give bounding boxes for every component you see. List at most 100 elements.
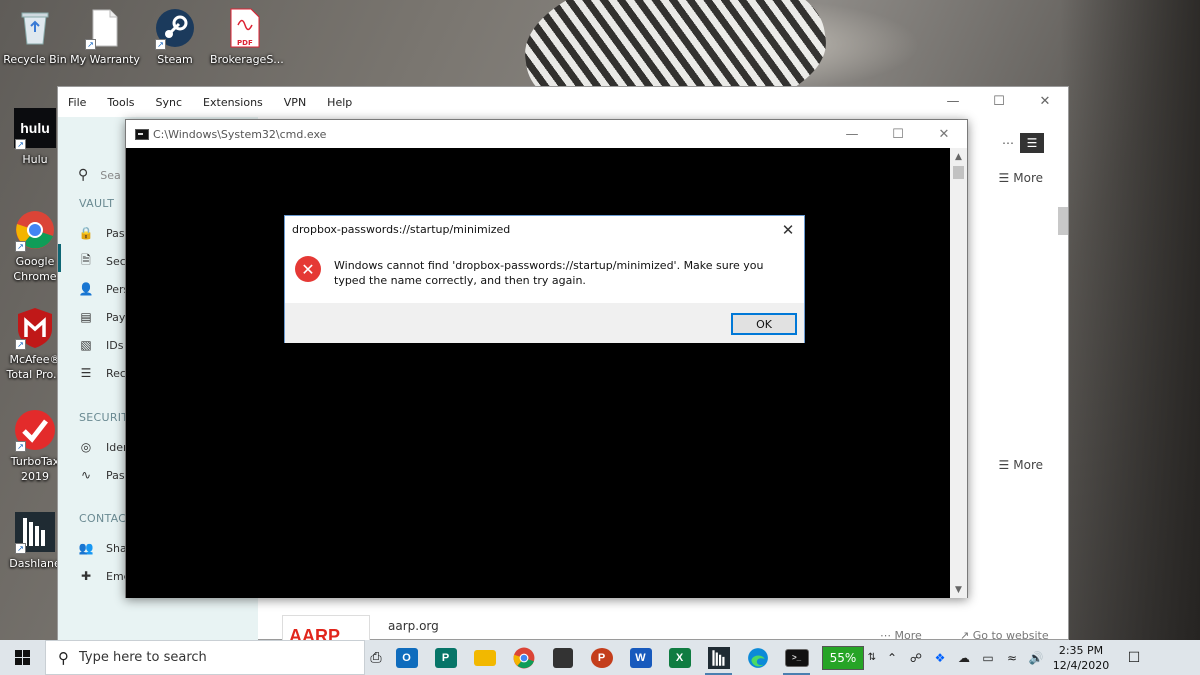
section-vault: VAULT xyxy=(79,197,115,210)
dashlane-icon xyxy=(707,646,730,669)
task-view-button[interactable]: ⎙ xyxy=(365,640,387,675)
desktop-icon-label: BrokerageS... xyxy=(210,53,284,66)
note-icon: 🗎 xyxy=(81,252,91,267)
battery-percentage[interactable]: 55% xyxy=(822,645,864,670)
maximize-button[interactable]: ☐ xyxy=(976,87,1022,115)
taskbar-app-word[interactable]: W xyxy=(621,640,660,675)
menu-file[interactable]: File xyxy=(68,96,86,109)
sidebar-item-personal-info[interactable]: 👤 Pers xyxy=(78,281,130,297)
list-item[interactable]: AARP aarp.org ⋯ More ↗ Go to website xyxy=(282,613,1062,642)
start-button[interactable] xyxy=(0,640,45,675)
more-menu-2[interactable]: ☰ More xyxy=(998,458,1043,472)
sidebar-item-sharing-center[interactable]: 👥 Sha xyxy=(78,540,127,556)
dropbox-icon[interactable]: ❖ xyxy=(928,640,952,675)
sidebar-item-label: Pas xyxy=(106,226,125,240)
taskbar-app-store[interactable] xyxy=(543,640,582,675)
taskbar-app-chrome[interactable] xyxy=(504,640,543,675)
sidebar-item-passwords[interactable]: 🔒 Pas xyxy=(78,225,125,241)
sidebar-item-receipts[interactable]: ☰ Rec xyxy=(78,365,126,381)
battery-icon[interactable]: ▭ xyxy=(976,640,1000,675)
folder-icon xyxy=(473,649,496,666)
receipt-icon: ☰ xyxy=(80,366,92,380)
battery-status-icon[interactable]: ⇅ xyxy=(864,640,880,675)
site-domain: aarp.org xyxy=(388,619,439,633)
person-icon: 👤 xyxy=(78,282,94,296)
excel-icon: X xyxy=(668,647,691,668)
dashlane-search[interactable]: ⚲ Sea xyxy=(78,167,121,183)
error-dialog: dropbox-passwords://startup/minimized ✕ … xyxy=(284,215,805,343)
desktop-icon-recycle-bin[interactable]: Recycle Bin xyxy=(0,6,70,67)
cmd-window-controls: — ☐ ✕ xyxy=(829,120,967,148)
shortcut-arrow-icon: ↗ xyxy=(15,543,26,554)
taskbar-app-cmd[interactable]: >_ xyxy=(777,640,816,675)
sidebar-item-payments[interactable]: ▤ Pay xyxy=(78,309,125,325)
error-icon: ✕ xyxy=(295,256,321,282)
dialog-title: dropbox-passwords://startup/minimized xyxy=(292,223,511,236)
edge-icon xyxy=(747,647,768,668)
task-view-icon: ⎙ xyxy=(370,649,382,666)
minimize-button[interactable]: — xyxy=(930,87,976,115)
pdf-icon: PDF xyxy=(223,6,267,50)
phone-link-icon[interactable]: ☍ xyxy=(904,640,928,675)
taskbar-app-file-explorer[interactable] xyxy=(465,640,504,675)
taskbar-app-excel[interactable]: X xyxy=(660,640,699,675)
site-logo: AARP xyxy=(282,615,370,641)
ok-button[interactable]: OK xyxy=(731,313,797,335)
desktop-icon-my-warranty[interactable]: ↗ My Warranty xyxy=(70,6,140,67)
menu-extensions[interactable]: Extensions xyxy=(203,96,263,109)
cmd-scrollbar[interactable]: ▲ ▼ xyxy=(950,148,967,598)
minimize-button[interactable]: — xyxy=(829,120,875,148)
menu-tools[interactable]: Tools xyxy=(107,96,134,109)
desktop-icon-label: Recycle Bin xyxy=(3,53,67,66)
sidebar-item-password-health[interactable]: ∿ Pas xyxy=(78,467,125,483)
sidebar-item-label: Pas xyxy=(106,468,125,482)
close-button[interactable]: ✕ xyxy=(1022,87,1068,115)
list-view-icon[interactable]: ☰ xyxy=(1020,133,1044,153)
show-hidden-icons-button[interactable]: ⌃ xyxy=(880,640,904,675)
sidebar-item-ids[interactable]: ▧ IDs xyxy=(78,337,123,353)
shortcut-arrow-icon: ↗ xyxy=(15,241,26,252)
dialog-message: Windows cannot find 'dropbox-passwords:/… xyxy=(334,259,764,287)
wifi-icon[interactable]: ≈ xyxy=(1000,640,1024,675)
more-menu-1[interactable]: ☰ More xyxy=(998,171,1043,185)
more-label: More xyxy=(1013,458,1043,472)
dialog-close-button[interactable]: ✕ xyxy=(772,216,804,244)
target-icon: ◎ xyxy=(80,440,92,454)
desktop-icon-brokerage-pdf[interactable]: PDF BrokerageS... xyxy=(210,6,284,67)
scroll-down-icon[interactable]: ▼ xyxy=(950,581,967,598)
scrollbar-thumb[interactable] xyxy=(953,166,964,179)
clock-date: 12/4/2020 xyxy=(1052,658,1110,672)
notification-center-button[interactable]: ☐ xyxy=(1114,640,1154,675)
dialog-footer: OK xyxy=(285,303,804,343)
dashlane-scrollbar-thumb[interactable] xyxy=(1058,207,1068,235)
scroll-up-icon[interactable]: ▲ xyxy=(950,148,967,165)
pdf-badge: PDF xyxy=(237,39,253,47)
shortcut-arrow-icon: ↗ xyxy=(15,139,26,150)
grid-view-icon[interactable]: ⋯ xyxy=(996,133,1020,153)
menu-vpn[interactable]: VPN xyxy=(284,96,306,109)
maximize-button[interactable]: ☐ xyxy=(875,120,921,148)
taskbar-search-box[interactable]: ⚲ Type here to search xyxy=(45,640,365,675)
menu-sync[interactable]: Sync xyxy=(156,96,183,109)
sidebar-item-identity-dashboard[interactable]: ◎ Ider xyxy=(78,439,128,455)
onedrive-cloud-icon[interactable]: ☁ xyxy=(952,640,976,675)
volume-icon[interactable]: 🔊 xyxy=(1024,640,1048,675)
windows-logo-icon xyxy=(15,650,30,665)
cmd-icon xyxy=(135,128,149,140)
taskbar-app-edge[interactable] xyxy=(738,640,777,675)
sidebar-item-secure-notes[interactable]: 🗎 Sec xyxy=(78,253,126,269)
close-button[interactable]: ✕ xyxy=(921,120,967,148)
menu-help[interactable]: Help xyxy=(327,96,352,109)
powerpoint-icon: P xyxy=(590,647,613,668)
search-input[interactable]: Sea xyxy=(100,169,121,182)
taskbar-app-powerpoint[interactable]: P xyxy=(582,640,621,675)
system-clock[interactable]: 2:35 PM 12/4/2020 xyxy=(1048,643,1114,673)
taskbar-app-dashlane[interactable] xyxy=(699,640,738,675)
desktop-icon-steam[interactable]: ↗ Steam xyxy=(140,6,210,67)
taskbar-app-outlook[interactable]: O xyxy=(387,640,426,675)
sidebar-item-emergency[interactable]: ✚ Eme xyxy=(78,568,130,584)
publisher-icon: P xyxy=(434,647,457,668)
taskbar-app-publisher[interactable]: P xyxy=(426,640,465,675)
outlook-icon: O xyxy=(395,647,418,668)
mcafee-shield-icon: ↗ xyxy=(13,306,57,350)
